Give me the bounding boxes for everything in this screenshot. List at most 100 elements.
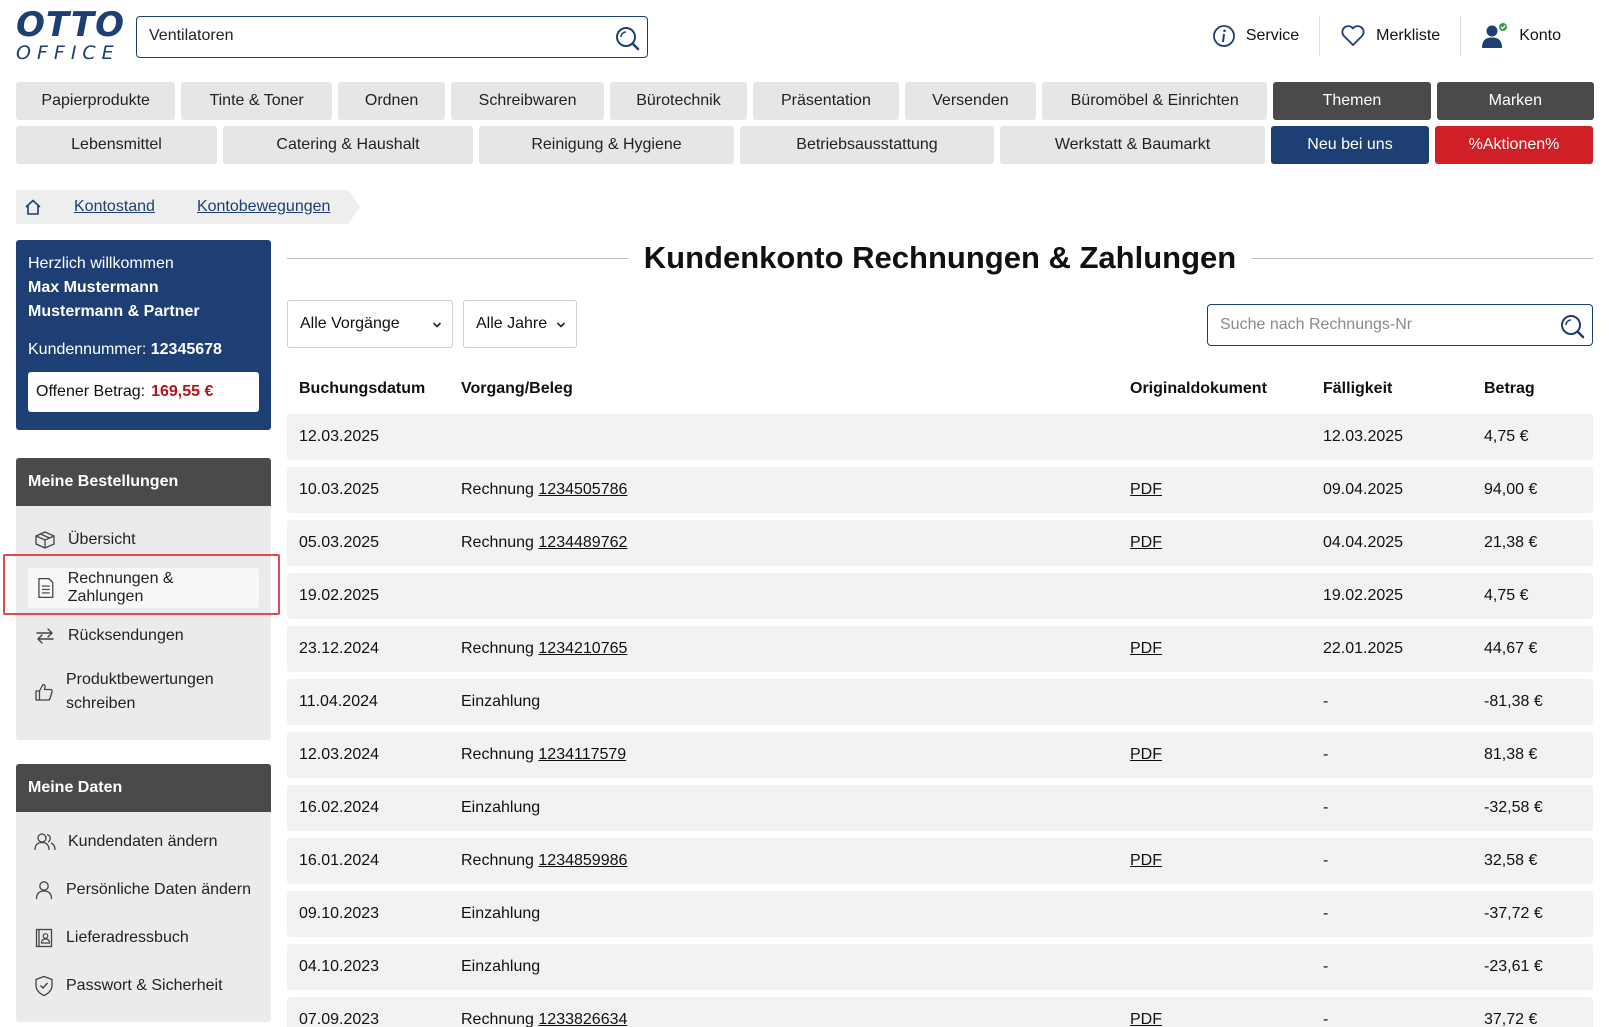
search-icon[interactable] bbox=[1558, 312, 1586, 340]
service-link[interactable]: Service bbox=[1192, 16, 1319, 56]
column-header-originaldokument[interactable]: Originaldokument bbox=[1130, 380, 1267, 398]
nav-lebensmittel[interactable]: Lebensmittel bbox=[16, 126, 217, 164]
customer-name: Max Mustermann bbox=[28, 279, 159, 296]
breadcrumb: Kontostand Kontobewegungen bbox=[16, 190, 361, 224]
table-row: 05.03.2025 Rechnung 1234489762 PDF 04.04.20… bbox=[287, 520, 1593, 566]
nav-bueromoebel[interactable]: Büromöbel & Einrichten bbox=[1042, 82, 1268, 120]
column-header-faelligkeit[interactable]: Fälligkeit bbox=[1323, 380, 1392, 398]
breadcrumb-home[interactable] bbox=[16, 190, 50, 224]
search-input[interactable]: Ventilatoren bbox=[136, 16, 648, 58]
row-due-date: - bbox=[1323, 852, 1329, 869]
invoice-number-link[interactable]: 1233826634 bbox=[538, 1011, 627, 1027]
row-amount: -81,38 € bbox=[1484, 693, 1543, 710]
pdf-link[interactable]: PDF bbox=[1130, 1011, 1162, 1027]
user-icon bbox=[35, 881, 53, 900]
shield-icon bbox=[35, 975, 53, 997]
row-due-date: - bbox=[1323, 1011, 1329, 1027]
customer-number-row: Kundennummer: 12345678 bbox=[28, 338, 259, 362]
column-header-betrag[interactable]: Betrag bbox=[1484, 380, 1535, 398]
open-amount-value: 169,55 € bbox=[151, 383, 214, 400]
otto-office-logo[interactable]: OTTO OFFICE bbox=[16, 8, 124, 66]
nav-praesentation[interactable]: Präsentation bbox=[753, 82, 899, 120]
nav-betriebsausstattung[interactable]: Betriebsausstattung bbox=[740, 126, 994, 164]
nav-werkstatt-baumarkt[interactable]: Werkstatt & Baumarkt bbox=[1000, 126, 1265, 164]
pdf-link[interactable]: PDF bbox=[1130, 852, 1162, 870]
nav-reinigung-hygiene[interactable]: Reinigung & Hygiene bbox=[479, 126, 734, 164]
search-icon[interactable] bbox=[613, 24, 641, 52]
pdf-link[interactable]: PDF bbox=[1130, 534, 1162, 552]
return-arrows-icon bbox=[36, 628, 54, 644]
pdf-link[interactable]: PDF bbox=[1130, 481, 1162, 499]
konto-link[interactable]: Konto bbox=[1461, 16, 1581, 56]
chevron-down-icon bbox=[432, 322, 442, 328]
sidebar-item-ruecksendungen[interactable]: Rücksendungen bbox=[16, 612, 271, 660]
customer-number-label: Kundennummer: bbox=[28, 341, 147, 358]
jahre-select[interactable]: Alle Jahre bbox=[463, 300, 577, 348]
invoice-search-input[interactable]: Suche nach Rechnungs-Nr bbox=[1207, 304, 1593, 346]
row-vorgang: Einzahlung bbox=[461, 799, 540, 817]
vorgaenge-select[interactable]: Alle Vorgänge bbox=[287, 300, 453, 348]
nav-ordnen[interactable]: Ordnen bbox=[337, 82, 446, 120]
nav-papierprodukte[interactable]: Papierprodukte bbox=[16, 82, 176, 120]
merkliste-link[interactable]: Merkliste bbox=[1320, 16, 1460, 56]
column-header-buchungsdatum[interactable]: Buchungsdatum bbox=[299, 380, 425, 398]
sidebar-item-produktbewertungen[interactable]: Produktbewertungen schreiben bbox=[16, 660, 271, 724]
welcome-panel: Herzlich willkommen Max Mustermann Muste… bbox=[16, 240, 271, 430]
address-book-icon bbox=[35, 928, 53, 948]
data-menu-title: Meine Daten bbox=[16, 764, 271, 812]
table-row: 07.09.2023 Rechnung 1233826634 PDF - 37,72 € bbox=[287, 997, 1593, 1027]
row-date: 10.03.2025 bbox=[299, 481, 380, 498]
row-date: 09.10.2023 bbox=[299, 905, 380, 922]
sidebar-item-kundendaten[interactable]: Kundendaten ändern bbox=[16, 818, 271, 866]
nav-schreibwaren[interactable]: Schreibwaren bbox=[451, 82, 604, 120]
row-amount: -37,72 € bbox=[1484, 905, 1543, 922]
table-row: 12.03.2024 Rechnung 1234117579 PDF - 81,38 € bbox=[287, 732, 1593, 778]
transactions-table: 12.03.2025 12.03.2025 4,75 € 10.03.2025 Rech… bbox=[287, 414, 1593, 1027]
table-row: 10.03.2025 Rechnung 1234505786 PDF 09.04.20… bbox=[287, 467, 1593, 513]
nav-aktionen[interactable]: %Aktionen% bbox=[1435, 126, 1593, 164]
breadcrumb-kontobewegungen[interactable]: Kontobewegungen bbox=[172, 190, 349, 224]
row-date: 11.04.2024 bbox=[299, 693, 378, 710]
sidebar-item-lieferadressbuch[interactable]: Lieferadressbuch bbox=[16, 914, 271, 962]
invoice-number-link[interactable]: 1234489762 bbox=[538, 534, 627, 551]
nav-themen[interactable]: Themen bbox=[1273, 82, 1431, 120]
nav-marken[interactable]: Marken bbox=[1436, 82, 1594, 120]
table-row: 16.01.2024 Rechnung 1234859986 PDF - 32,58 € bbox=[287, 838, 1593, 884]
column-header-vorgang[interactable]: Vorgang/Beleg bbox=[461, 380, 573, 398]
invoice-number-link[interactable]: 1234505786 bbox=[538, 481, 627, 498]
home-icon bbox=[25, 199, 41, 215]
nav-buerotechnik[interactable]: Bürotechnik bbox=[609, 82, 748, 120]
nav-tinte-toner[interactable]: Tinte & Toner bbox=[181, 82, 332, 120]
konto-label: Konto bbox=[1519, 27, 1561, 44]
invoice-number-link[interactable]: 1234210765 bbox=[538, 640, 627, 657]
row-due-date: 22.01.2025 bbox=[1323, 640, 1404, 657]
row-vorgang-type: Einzahlung bbox=[461, 693, 541, 710]
row-amount: 32,58 € bbox=[1484, 852, 1538, 869]
row-vorgang-type: Rechnung bbox=[461, 1011, 534, 1027]
row-due-date: 04.04.2025 bbox=[1323, 534, 1404, 551]
row-vorgang-type: Rechnung bbox=[461, 852, 534, 869]
row-date: 23.12.2024 bbox=[299, 640, 380, 657]
service-label: Service bbox=[1245, 27, 1300, 44]
row-vorgang: Rechnung 1234505786 bbox=[461, 481, 627, 499]
chevron-down-icon bbox=[556, 322, 566, 328]
row-amount: -32,58 € bbox=[1484, 799, 1543, 816]
sidebar-item-passwort-sicherheit[interactable]: Passwort & Sicherheit bbox=[16, 962, 271, 1010]
nav-versenden[interactable]: Versenden bbox=[904, 82, 1037, 120]
pdf-link[interactable]: PDF bbox=[1130, 640, 1162, 658]
invoice-number-link[interactable]: 1234859986 bbox=[538, 852, 627, 869]
user-account-icon bbox=[1482, 23, 1508, 48]
pdf-link[interactable]: PDF bbox=[1130, 746, 1162, 764]
breadcrumb-separator bbox=[348, 190, 361, 224]
invoice-search-placeholder: Suche nach Rechnungs-Nr bbox=[1220, 316, 1413, 333]
invoice-number-link[interactable]: 1234117579 bbox=[538, 746, 626, 763]
sidebar-item-label: schreiben bbox=[66, 695, 136, 712]
sidebar-item-persoenliche-daten[interactable]: Persönliche Daten ändern bbox=[16, 866, 271, 914]
merkliste-label: Merkliste bbox=[1376, 27, 1441, 44]
breadcrumb-kontostand[interactable]: Kontostand bbox=[50, 190, 173, 224]
nav-catering-haushalt[interactable]: Catering & Haushalt bbox=[223, 126, 473, 164]
customer-number-value: 12345678 bbox=[150, 341, 222, 358]
title-divider-right bbox=[1252, 257, 1593, 259]
row-amount: 4,75 € bbox=[1484, 587, 1529, 604]
nav-neu-bei-uns[interactable]: Neu bei uns bbox=[1271, 126, 1429, 164]
